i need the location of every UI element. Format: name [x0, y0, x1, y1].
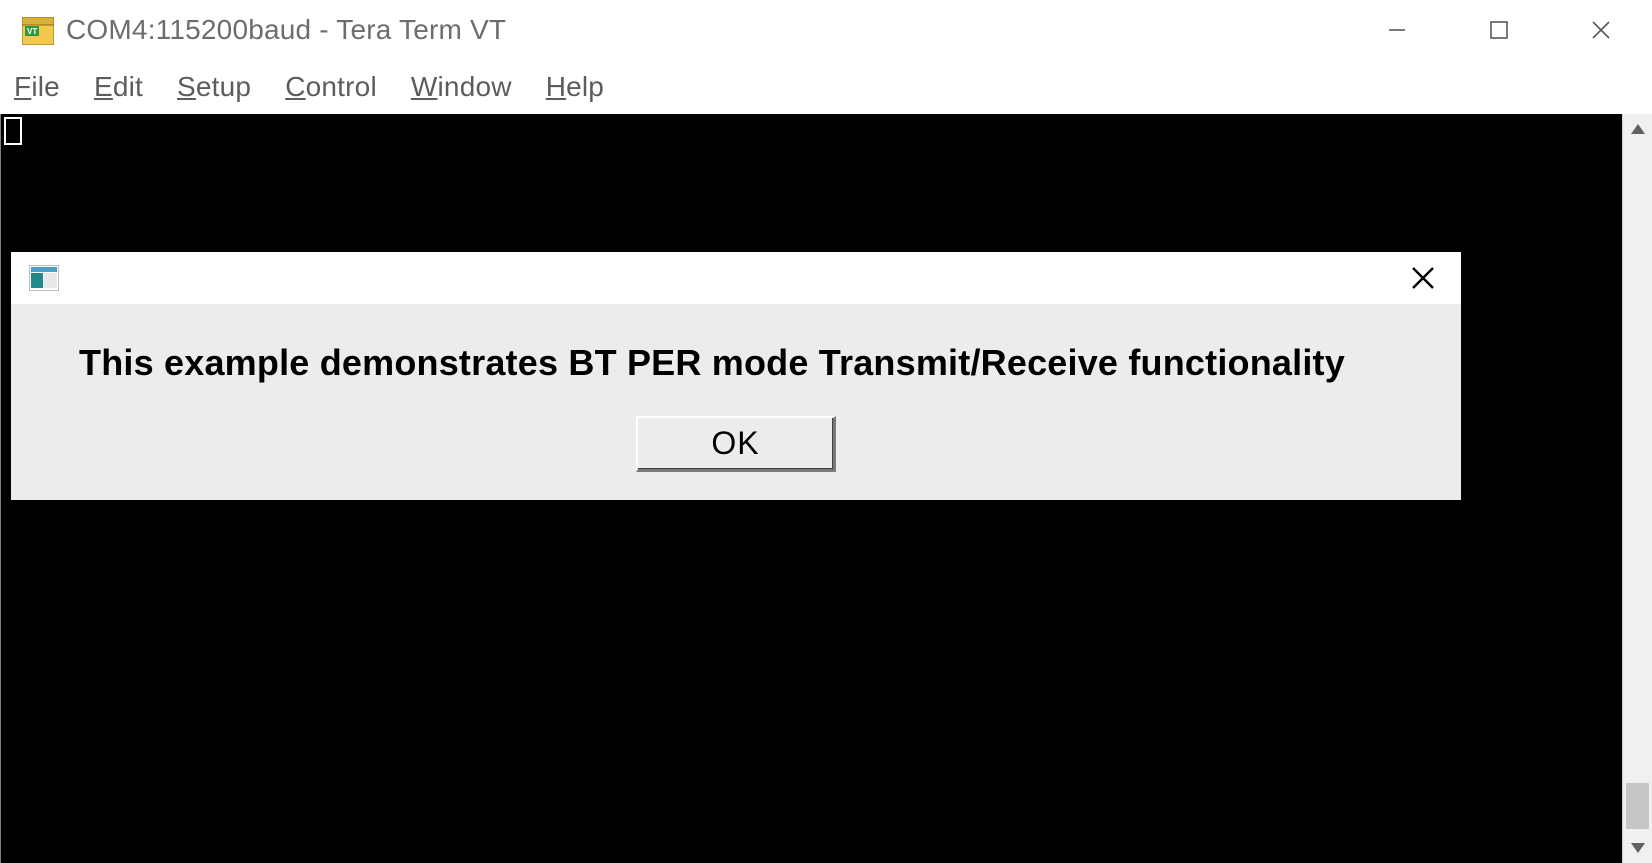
dialog-titlebar[interactable] — [11, 252, 1461, 304]
dialog-button-row: OK — [61, 416, 1411, 472]
dialog-app-icon — [29, 265, 59, 291]
ok-button[interactable]: OK — [636, 416, 836, 472]
client-area: This example demonstrates BT PER mode Tr… — [0, 114, 1652, 863]
menu-help[interactable]: Help — [546, 71, 604, 103]
menu-control[interactable]: Control — [285, 71, 377, 103]
svg-text:VT: VT — [27, 27, 37, 36]
titlebar: VT COM4:115200baud - Tera Term VT — [0, 0, 1652, 60]
scroll-up-icon[interactable] — [1623, 114, 1652, 144]
scroll-thumb[interactable] — [1626, 783, 1649, 829]
dialog-close-button[interactable] — [1407, 262, 1439, 294]
menu-setup[interactable]: Setup — [177, 71, 251, 103]
vertical-scrollbar[interactable] — [1622, 114, 1652, 863]
terminal-cursor — [4, 117, 22, 145]
window-controls — [1346, 0, 1652, 60]
scroll-down-icon[interactable] — [1623, 833, 1652, 863]
dialog-message: This example demonstrates BT PER mode Tr… — [61, 342, 1411, 384]
menubar: File Edit Setup Control Window Help — [0, 60, 1652, 114]
window-title: COM4:115200baud - Tera Term VT — [66, 14, 506, 46]
dialog-body: This example demonstrates BT PER mode Tr… — [11, 304, 1461, 500]
maximize-button[interactable] — [1448, 0, 1550, 60]
terminal[interactable]: This example demonstrates BT PER mode Tr… — [0, 114, 1622, 863]
close-button[interactable] — [1550, 0, 1652, 60]
menu-file[interactable]: File — [14, 71, 60, 103]
message-dialog: This example demonstrates BT PER mode Tr… — [11, 252, 1461, 500]
minimize-button[interactable] — [1346, 0, 1448, 60]
menu-window[interactable]: Window — [411, 71, 512, 103]
menu-edit[interactable]: Edit — [94, 71, 143, 103]
teraterm-icon: VT — [22, 17, 54, 45]
